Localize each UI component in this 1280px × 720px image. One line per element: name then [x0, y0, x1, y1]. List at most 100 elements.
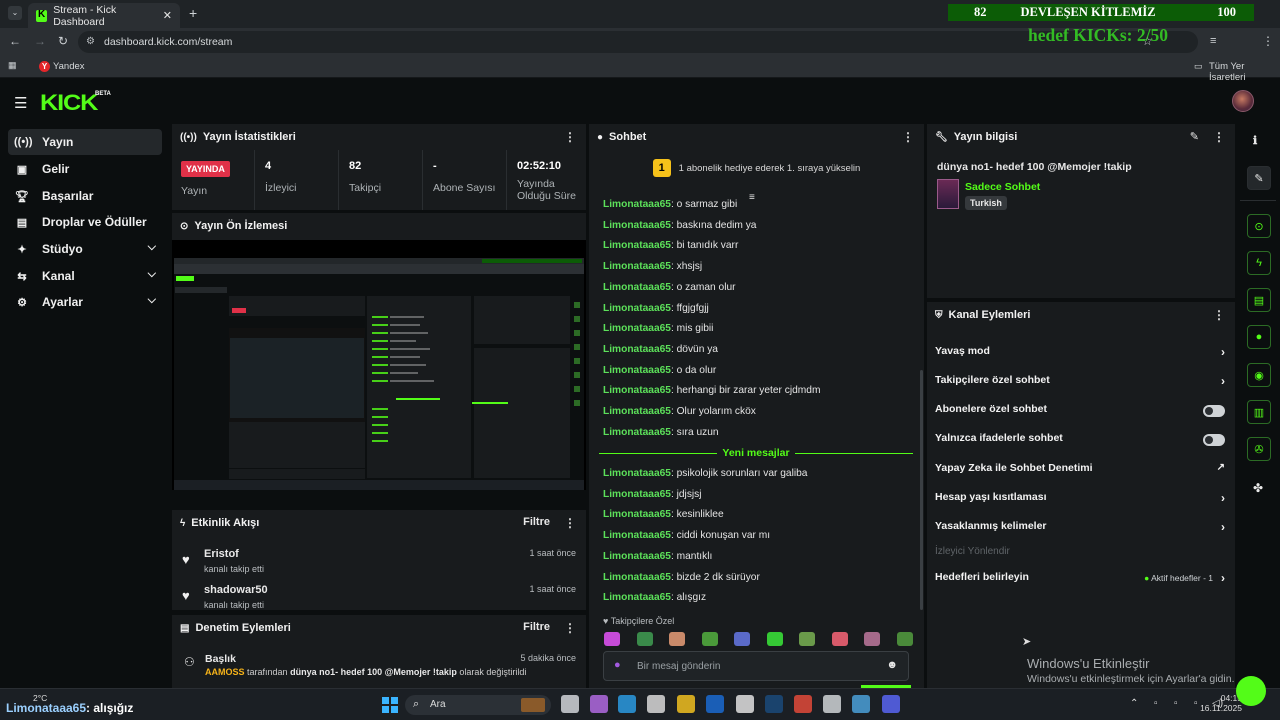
- info-icon[interactable]: ℹ: [1253, 134, 1257, 147]
- chat-username[interactable]: Limonataaa65: [603, 344, 671, 355]
- chat-input[interactable]: ● Bir mesaj gönderin ☻: [603, 651, 909, 681]
- action-banned-words[interactable]: Yasaklanmış kelimeler ›: [935, 520, 1227, 540]
- user-avatar[interactable]: [1232, 90, 1254, 112]
- chat-username[interactable]: Limonataaa65: [603, 530, 671, 541]
- emote-icon[interactable]: [766, 632, 783, 646]
- chat-username[interactable]: Limonataaa65: [603, 220, 671, 231]
- menu-icon[interactable]: ⋮: [1262, 34, 1274, 48]
- more-options-icon[interactable]: ⋮: [1213, 308, 1225, 322]
- discord-icon[interactable]: [882, 695, 900, 713]
- sidebar-item-droplar[interactable]: ▤ Droplar ve Ödüller: [8, 209, 162, 235]
- chrome-icon[interactable]: [794, 695, 812, 713]
- sidebar-item-kanal[interactable]: ⇆ Kanal ⌵: [8, 263, 162, 289]
- camera-rail-icon[interactable]: ⊙: [1247, 214, 1271, 238]
- chat-username[interactable]: Limonataaa65: [603, 509, 671, 520]
- chat-username[interactable]: Limonataaa65: [603, 572, 671, 583]
- chat-username[interactable]: Limonataaa65: [603, 489, 671, 500]
- chat-username[interactable]: Limonataaa65: [603, 199, 671, 210]
- network-icon[interactable]: ▫: [1154, 698, 1158, 709]
- chat-username[interactable]: Limonataaa65: [603, 468, 671, 479]
- action-ai-moderation[interactable]: Yapay Zeka ile Sohbet Denetimi ↗: [935, 462, 1227, 482]
- site-info-icon[interactable]: ⚙: [86, 31, 95, 53]
- stream-preview-video[interactable]: [172, 240, 586, 490]
- action-account-age[interactable]: Hesap yaşı kısıtlaması ›: [935, 491, 1227, 511]
- bookmark-yandex[interactable]: Yandex: [53, 61, 85, 72]
- collapse-pin-icon[interactable]: ≡: [749, 192, 755, 203]
- chat-username[interactable]: Limonataaa65: [603, 385, 671, 396]
- taskbar-search[interactable]: ⌕ Ara: [405, 695, 551, 715]
- document-rail-icon[interactable]: ▤: [1247, 288, 1271, 312]
- lightning-rail-icon[interactable]: ϟ: [1247, 251, 1271, 275]
- back-icon[interactable]: ←: [9, 34, 21, 48]
- steam-icon[interactable]: [765, 695, 783, 713]
- task-view-icon[interactable]: [561, 695, 579, 713]
- broadcast-rail-icon[interactable]: ◉: [1247, 363, 1271, 387]
- more-options-icon[interactable]: ⋮: [564, 130, 576, 144]
- store-icon[interactable]: [647, 695, 665, 713]
- emote-icon[interactable]: [831, 632, 848, 646]
- mic-icon[interactable]: ●: [614, 659, 621, 671]
- more-options-icon[interactable]: ⋮: [564, 516, 576, 530]
- chat-username[interactable]: Limonataaa65: [603, 365, 671, 376]
- action-slow-mode[interactable]: Yavaş mod ›: [935, 345, 1227, 365]
- tab-list-icon[interactable]: ⌄: [8, 6, 22, 20]
- kick-logo[interactable]: KICK: [40, 90, 98, 116]
- layout-rail-icon[interactable]: ▥: [1247, 400, 1271, 424]
- reload-icon[interactable]: ↻: [58, 34, 68, 48]
- sidebar-item-basarilar[interactable]: 🏆︎ Başarılar: [8, 183, 162, 209]
- chat-username[interactable]: Limonataaa65: [603, 261, 671, 272]
- chat-bubble-button[interactable]: [1236, 676, 1266, 706]
- action-goals[interactable]: Hedefleri belirleyin ● Aktif hedefler - 1…: [935, 571, 1227, 591]
- media-icon[interactable]: ≡: [1210, 35, 1216, 47]
- extensions-icon[interactable]: ✤: [1253, 481, 1263, 495]
- apps-grid-icon[interactable]: ▦: [8, 60, 17, 71]
- new-tab-icon[interactable]: +: [189, 5, 197, 21]
- emoji-icon[interactable]: ☻: [886, 659, 898, 671]
- chat-username[interactable]: Limonataaa65: [603, 282, 671, 293]
- emote-icon[interactable]: [604, 632, 620, 646]
- emote-icon[interactable]: [896, 632, 913, 646]
- filter-button[interactable]: Filtre: [523, 516, 550, 528]
- emote-icon[interactable]: [701, 632, 718, 646]
- emote-icon[interactable]: [636, 632, 653, 646]
- epic-icon[interactable]: [736, 695, 754, 713]
- chat-username[interactable]: Limonataaa65: [603, 240, 671, 251]
- chat-username[interactable]: Limonataaa65: [603, 592, 671, 603]
- sidebar-item-ayarlar[interactable]: ⚙ Ayarlar ⌵: [8, 289, 162, 315]
- emote-icon[interactable]: [799, 632, 815, 646]
- filter-button[interactable]: Filtre: [523, 621, 550, 633]
- event-user[interactable]: Eristof: [204, 548, 239, 560]
- display-icon[interactable]: ▫: [1194, 698, 1198, 709]
- app-icon[interactable]: [852, 695, 870, 713]
- sidebar-item-yayin[interactable]: ((•)) Yayın: [8, 129, 162, 155]
- subscribers-only-toggle[interactable]: [1203, 405, 1225, 417]
- forward-icon[interactable]: →: [34, 34, 46, 48]
- more-options-icon[interactable]: ⋮: [1213, 130, 1225, 144]
- mic-tray-icon[interactable]: ▫: [1174, 698, 1178, 709]
- chat-username[interactable]: Limonataaa65: [603, 303, 671, 314]
- emote-icon[interactable]: [734, 632, 750, 646]
- close-tab-icon[interactable]: ✕: [163, 9, 172, 22]
- sidebar-item-gelir[interactable]: ▣ Gelir: [8, 156, 162, 182]
- more-options-icon[interactable]: ⋮: [902, 130, 914, 144]
- windows-start-icon[interactable]: [382, 697, 398, 713]
- category-name[interactable]: Sadece Sohbet: [965, 181, 1040, 193]
- emote-icon[interactable]: [669, 632, 685, 646]
- chat-username[interactable]: Limonataaa65: [603, 323, 671, 334]
- chat-username[interactable]: Limonataaa65: [603, 406, 671, 417]
- outlook-icon[interactable]: [706, 695, 724, 713]
- chevron-up-icon[interactable]: ⌃: [1130, 698, 1138, 709]
- edit-rail-icon[interactable]: ✎: [1247, 166, 1271, 190]
- emote-only-toggle[interactable]: [1203, 434, 1225, 446]
- chat-username[interactable]: Limonataaa65: [603, 427, 671, 438]
- volume-icon[interactable]: ◁): [1212, 698, 1223, 709]
- edit-icon[interactable]: ✎: [1190, 130, 1199, 143]
- mod-user[interactable]: AAMOSS: [205, 667, 245, 677]
- sidebar-item-studyo[interactable]: ✦ Stüdyo ⌵: [8, 236, 162, 262]
- chat-rail-icon[interactable]: ●: [1247, 325, 1271, 349]
- explorer-icon[interactable]: [677, 695, 695, 713]
- github-icon[interactable]: [823, 695, 841, 713]
- emote-icon[interactable]: [864, 632, 880, 646]
- hamburger-menu-icon[interactable]: ☰: [14, 94, 27, 112]
- action-followers-only[interactable]: Takipçilere özel sohbet ›: [935, 374, 1227, 394]
